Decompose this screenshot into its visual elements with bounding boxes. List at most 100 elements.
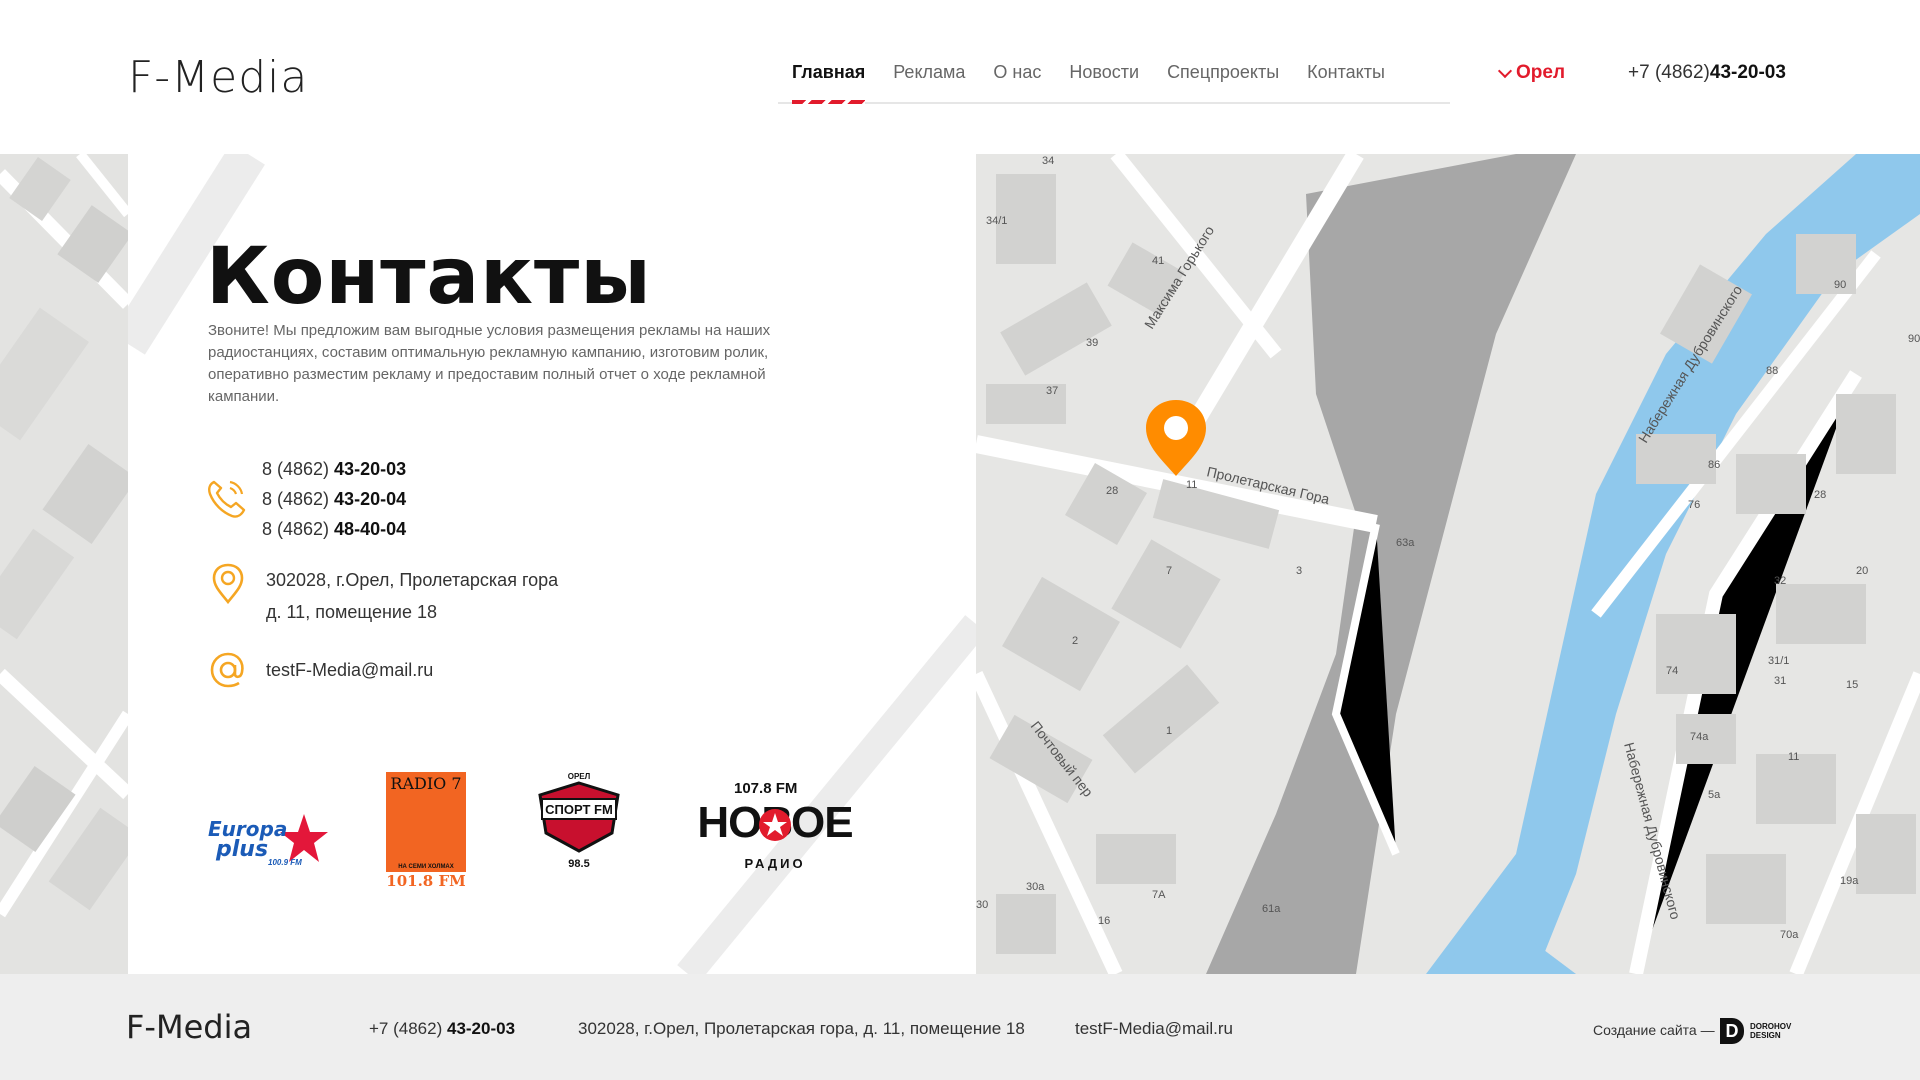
svg-text:61а: 61а	[1262, 903, 1281, 915]
map-view[interactable]: Максима Горького Пролетарская Гора Почто…	[976, 154, 1920, 974]
address-line-1: 302028, г.Орел, Пролетарская гора	[266, 570, 559, 590]
phone-prefix: 8 (4862)	[262, 459, 335, 479]
phone-prefix: +7 (4862)	[1628, 62, 1710, 83]
svg-text:16: 16	[1098, 915, 1110, 927]
address-text: 302028, г.Орел, Пролетарская гора д. 11,…	[266, 562, 558, 628]
phone-icon	[208, 480, 246, 518]
svg-text:28: 28	[1814, 489, 1826, 501]
svg-text:19а: 19а	[1840, 875, 1859, 887]
address-line-2: д. 11, помещение 18	[266, 602, 437, 622]
footer-logo[interactable]: F-Media	[126, 1008, 252, 1046]
svg-text:5а: 5а	[1708, 789, 1721, 801]
email-link[interactable]: testF-Media@mail.ru	[266, 660, 433, 681]
nav-item-advertising[interactable]: Реклама	[879, 58, 979, 102]
phone-line[interactable]: 8 (4862) 43-20-03	[262, 454, 406, 484]
left-map-background	[0, 154, 128, 974]
svg-text:86: 86	[1708, 459, 1720, 471]
svg-text:88: 88	[1766, 365, 1778, 377]
header-phone[interactable]: +7 (4862)43-20-03	[1628, 62, 1786, 84]
svg-text:11: 11	[1186, 479, 1197, 491]
svg-text:74а: 74а	[1690, 731, 1709, 743]
map-canvas[interactable]: Максима Горького Пролетарская Гора Почто…	[976, 154, 1920, 974]
phone-prefix: +7 (4862)	[369, 1019, 447, 1038]
phone-prefix: 8 (4862)	[262, 519, 335, 539]
site-logo[interactable]: F-Media	[128, 52, 308, 103]
footer-address: 302028, г.Орел, Пролетарская гора, д. 11…	[578, 1019, 1025, 1038]
nav-item-contacts[interactable]: Контакты	[1293, 58, 1399, 102]
site-header: F-Media Главная Реклама О нас Новости Сп…	[0, 0, 1920, 154]
city-label: Орел	[1516, 62, 1566, 83]
sport-fm-top: ОРЕЛ	[567, 772, 591, 781]
nav-item-about[interactable]: О нас	[979, 58, 1055, 102]
footer-email[interactable]: testF-Media@mail.ru	[1075, 1019, 1233, 1039]
nav-item-news[interactable]: Новости	[1055, 58, 1153, 102]
svg-text:7А: 7А	[1152, 889, 1166, 901]
svg-text:30а: 30а	[1026, 881, 1045, 893]
svg-text:11: 11	[1788, 751, 1799, 763]
studio-d-icon: D	[1720, 1018, 1744, 1044]
svg-text:1: 1	[1166, 725, 1172, 737]
phone-line[interactable]: 8 (4862) 43-20-04	[262, 484, 406, 514]
svg-text:39: 39	[1086, 337, 1098, 349]
radio-7-sub: НА СЕМИ ХОЛМАХ	[398, 864, 454, 870]
svg-text:30: 30	[976, 899, 988, 911]
studio-logo[interactable]: D DOROHOV DESIGN	[1720, 1018, 1791, 1044]
main-nav: Главная Реклама О нас Новости Спецпроект…	[778, 58, 1450, 104]
phone-number: 43-20-03	[334, 459, 407, 479]
sport-fm-name: СПОРТ FM	[545, 802, 613, 817]
svg-text:90: 90	[1834, 279, 1846, 291]
sport-fm-badge-icon	[538, 781, 620, 853]
phone-number: 48-40-04	[334, 519, 407, 539]
svg-text:2: 2	[1072, 635, 1078, 647]
phone-number: 43-20-04	[334, 489, 407, 509]
sport-fm-logo[interactable]: ОРЕЛ СПОРТ FM 98.5	[534, 772, 624, 882]
email-block: testF-Media@mail.ru	[204, 648, 433, 692]
page-lead: Звоните! Мы предложим вам выгодные услов…	[208, 322, 771, 405]
svg-text:76: 76	[1688, 499, 1700, 511]
nav-item-home[interactable]: Главная	[778, 58, 879, 104]
europa-plus-logo[interactable]: Europa plus 100.9 FM	[206, 812, 328, 872]
phone-number: 43-20-03	[446, 1019, 516, 1038]
svg-text:31: 31	[1774, 675, 1786, 687]
location-pin-icon	[212, 563, 244, 605]
made-by-label: Создание сайта —	[1593, 1022, 1715, 1038]
chevron-down-icon	[1497, 63, 1513, 79]
footer-phone[interactable]: +7 (4862) 43-20-03	[369, 1019, 515, 1039]
studio-line-1: DOROHOV	[1750, 1022, 1792, 1031]
svg-text:41: 41	[1152, 255, 1164, 267]
radio-7-name: RADIO 7	[390, 774, 462, 793]
contacts-panel: Контакты Звоните! Мы предложим вам выгод…	[128, 154, 976, 974]
phones-list: 8 (4862) 43-20-03 8 (4862) 43-20-04 8 (4…	[262, 454, 406, 544]
at-sign-icon	[210, 652, 244, 688]
svg-text:90а: 90а	[1908, 333, 1920, 345]
svg-text:plus: plus	[215, 837, 268, 862]
svg-text:32: 32	[1774, 575, 1786, 587]
svg-text:34/1: 34/1	[986, 215, 1007, 227]
site-footer: F-Media +7 (4862) 43-20-03 302028, г.Оре…	[0, 974, 1920, 1080]
star-icon	[759, 809, 791, 841]
svg-text:28: 28	[1106, 485, 1118, 497]
novoe-radio-sub: РАДИО	[744, 856, 806, 871]
svg-text:34: 34	[1042, 155, 1054, 167]
svg-text:7: 7	[1166, 565, 1172, 577]
novoe-radio-freq: 107.8 FM	[734, 780, 798, 797]
svg-text:70а: 70а	[1780, 929, 1799, 941]
svg-text:63а: 63а	[1396, 537, 1415, 549]
svg-text:37: 37	[1046, 385, 1058, 397]
europa-plus-icon: Europa plus	[208, 814, 328, 862]
radio-logos: Europa plus 100.9 FM RADIO 7 НА СЕМИ ХОЛ…	[206, 772, 926, 892]
city-selector[interactable]: Орел	[1497, 62, 1566, 84]
svg-text:15: 15	[1846, 679, 1858, 691]
radio-7-freq: 101.8 FM	[386, 872, 466, 890]
sport-fm-freq: 98.5	[568, 858, 590, 870]
svg-text:20: 20	[1856, 565, 1868, 577]
svg-text:74: 74	[1666, 665, 1678, 677]
nav-item-special-projects[interactable]: Спецпроекты	[1153, 58, 1293, 102]
phone-line[interactable]: 8 (4862) 48-40-04	[262, 514, 406, 544]
studio-name: DOROHOV DESIGN	[1750, 1022, 1791, 1040]
novoe-radio-logo[interactable]: 107.8 FM НОВОЕ РАДИО	[690, 780, 860, 880]
svg-text:31/1: 31/1	[1768, 655, 1789, 667]
radio-7-logo[interactable]: RADIO 7 НА СЕМИ ХОЛМАХ 101.8 FM	[386, 772, 466, 892]
europa-plus-freq: 100.9 FM	[268, 858, 302, 867]
page-title: Контакты	[206, 232, 652, 322]
